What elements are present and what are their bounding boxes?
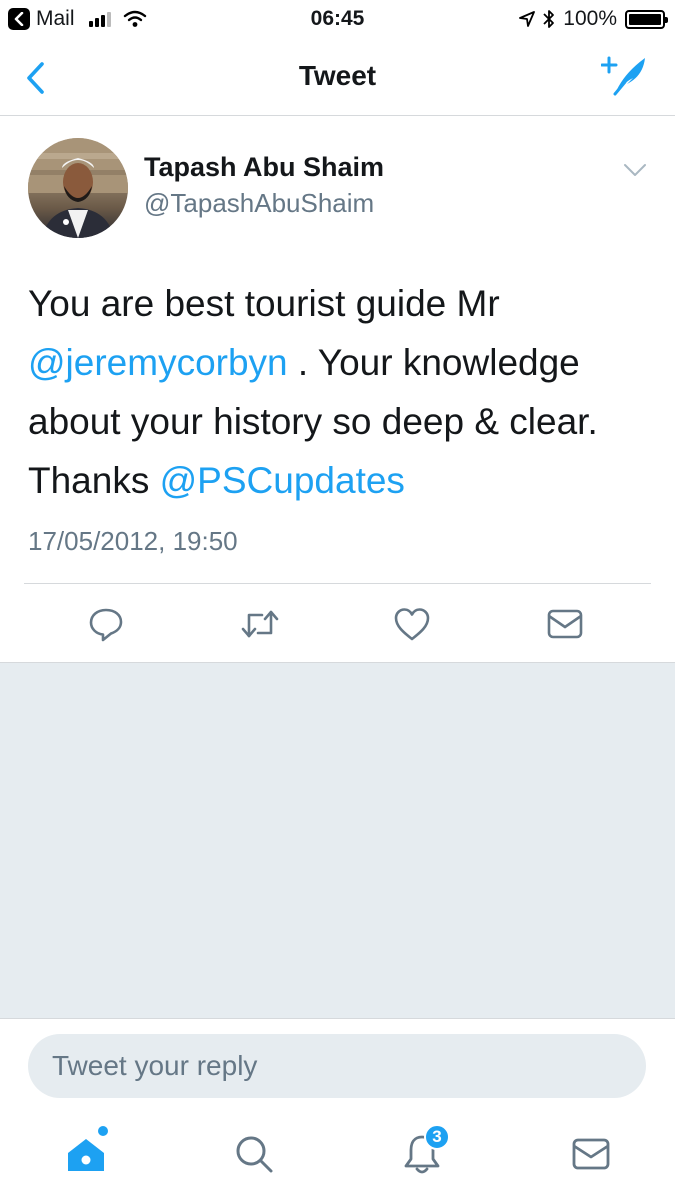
tab-bar: 3: [0, 1114, 675, 1200]
reply-button[interactable]: [86, 604, 126, 644]
status-bar: Mail 06:45 100%: [0, 0, 675, 38]
search-icon: [236, 1136, 273, 1173]
retweet-button[interactable]: [240, 604, 280, 644]
mention-link[interactable]: @PSCupdates: [160, 460, 405, 501]
location-arrow-icon: [519, 11, 536, 27]
battery-icon: [625, 9, 668, 29]
messages-icon: [572, 1138, 610, 1170]
chevron-down-icon: [624, 164, 646, 176]
tweet-actions: [0, 584, 675, 662]
tweet-text: You are best tourist guide Mr @jeremycor…: [28, 274, 648, 510]
reply-icon: [89, 608, 123, 642]
user-handle[interactable]: @TapashAbuShaim: [144, 188, 374, 219]
compose-feather-icon: [600, 56, 645, 96]
tweet-text-part: You are best tourist guide Mr: [28, 283, 500, 324]
notifications-badge: 3: [424, 1124, 450, 1150]
tab-notifications[interactable]: 3: [398, 1124, 450, 1178]
reply-bar: [0, 1018, 675, 1114]
tweet-timestamp: 17/05/2012, 19:50: [28, 526, 238, 556]
mention-link[interactable]: @jeremycorbyn: [28, 342, 288, 383]
home-icon: [68, 1139, 104, 1171]
new-tweets-dot: [98, 1126, 108, 1136]
retweet-icon: [241, 610, 279, 638]
share-via-dm-button[interactable]: [545, 604, 585, 644]
bluetooth-icon: [543, 10, 555, 28]
tab-search[interactable]: [230, 1130, 278, 1178]
page-title: Tweet: [298, 60, 377, 91]
tab-messages[interactable]: [567, 1130, 615, 1178]
profile-photo-icon: [28, 138, 128, 238]
display-name[interactable]: Tapash Abu Shaim: [144, 152, 384, 183]
avatar[interactable]: [28, 138, 128, 238]
reply-input[interactable]: [28, 1034, 646, 1098]
compose-tweet-button[interactable]: [600, 54, 649, 98]
like-button[interactable]: [392, 604, 432, 644]
tweet-detail: Tapash Abu Shaim @TapashAbuShaim You are…: [0, 116, 675, 662]
battery-percent: 100%: [563, 7, 617, 30]
tab-home[interactable]: [62, 1126, 110, 1178]
empty-feed-area: [0, 662, 675, 1018]
nav-bar: Tweet: [0, 38, 675, 116]
status-right: 100%: [519, 7, 668, 31]
tweet-options-button[interactable]: [623, 162, 647, 178]
like-icon: [394, 608, 430, 641]
direct-message-icon: [547, 609, 583, 639]
